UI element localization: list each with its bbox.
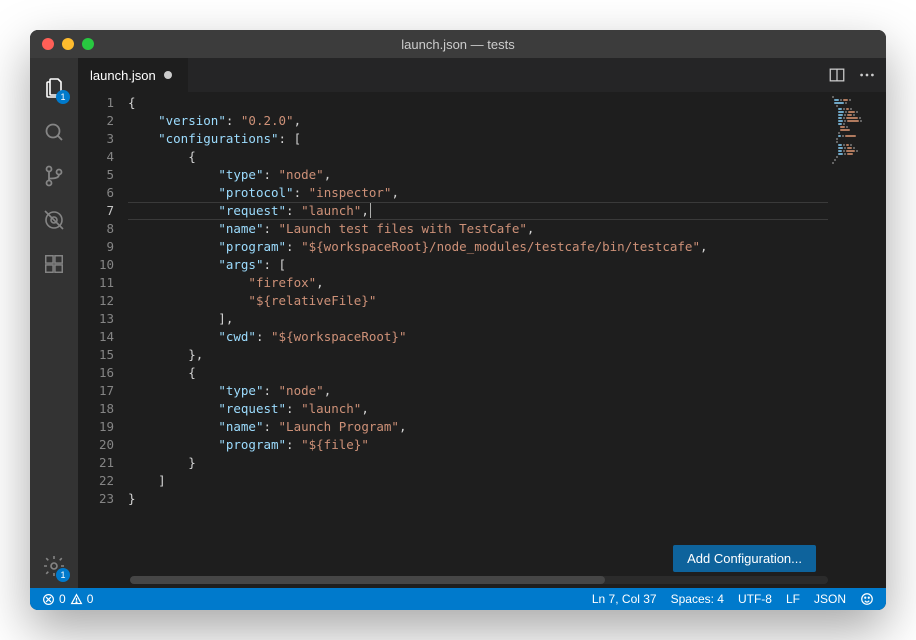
debug-icon — [42, 208, 66, 232]
warning-count: 0 — [87, 592, 94, 606]
encoding-status[interactable]: UTF-8 — [734, 592, 776, 606]
eol-status[interactable]: LF — [782, 592, 804, 606]
app-window: launch.json — tests 1 1 — [30, 30, 886, 610]
minimize-window-button[interactable] — [62, 38, 74, 50]
line-number-gutter: 1234567891011121314151617181920212223 — [78, 92, 128, 588]
window-controls — [30, 38, 94, 50]
ellipsis-icon — [858, 66, 876, 84]
scrollbar-thumb[interactable] — [130, 576, 605, 584]
tabs-row: launch.json — [78, 58, 886, 92]
status-bar: 0 0 Ln 7, Col 37 Spaces: 4 UTF-8 LF JSON — [30, 588, 886, 610]
split-horizontal-icon — [828, 66, 846, 84]
window-title: launch.json — tests — [30, 37, 886, 52]
error-icon — [42, 593, 55, 606]
editor-area: launch.json 1234567891011121314151617181… — [78, 58, 886, 588]
warning-icon — [70, 593, 83, 606]
split-editor-button[interactable] — [828, 66, 846, 84]
debug-activity[interactable] — [30, 198, 78, 242]
extensions-icon — [43, 253, 65, 275]
settings-badge: 1 — [56, 568, 70, 582]
activity-bar: 1 1 — [30, 58, 78, 588]
main-area: 1 1 launch.json — [30, 58, 886, 588]
error-count: 0 — [59, 592, 66, 606]
tab-launch-json[interactable]: launch.json — [78, 58, 188, 92]
language-mode-status[interactable]: JSON — [810, 592, 850, 606]
indentation-status[interactable]: Spaces: 4 — [667, 592, 728, 606]
explorer-activity[interactable]: 1 — [30, 66, 78, 110]
code-content[interactable]: { "version": "0.2.0", "configurations": … — [128, 92, 830, 588]
extensions-activity[interactable] — [30, 242, 78, 286]
source-control-activity[interactable] — [30, 154, 78, 198]
add-configuration-button[interactable]: Add Configuration... — [673, 545, 816, 572]
titlebar: launch.json — tests — [30, 30, 886, 58]
settings-activity[interactable]: 1 — [30, 544, 78, 588]
tab-title: launch.json — [90, 68, 156, 83]
smiley-icon — [860, 592, 874, 606]
problems-status[interactable]: 0 0 — [38, 592, 97, 606]
dirty-indicator-icon — [164, 71, 172, 79]
close-window-button[interactable] — [42, 38, 54, 50]
minimap[interactable] — [830, 92, 886, 588]
cursor-position-status[interactable]: Ln 7, Col 37 — [588, 592, 661, 606]
search-activity[interactable] — [30, 110, 78, 154]
git-branch-icon — [42, 164, 66, 188]
horizontal-scrollbar[interactable] — [130, 576, 828, 584]
search-icon — [42, 120, 66, 144]
more-actions-button[interactable] — [858, 66, 876, 84]
code-editor[interactable]: 1234567891011121314151617181920212223 { … — [78, 92, 886, 588]
editor-split: 1234567891011121314151617181920212223 { … — [78, 92, 886, 588]
feedback-button[interactable] — [856, 592, 878, 606]
zoom-window-button[interactable] — [82, 38, 94, 50]
explorer-badge: 1 — [56, 90, 70, 104]
